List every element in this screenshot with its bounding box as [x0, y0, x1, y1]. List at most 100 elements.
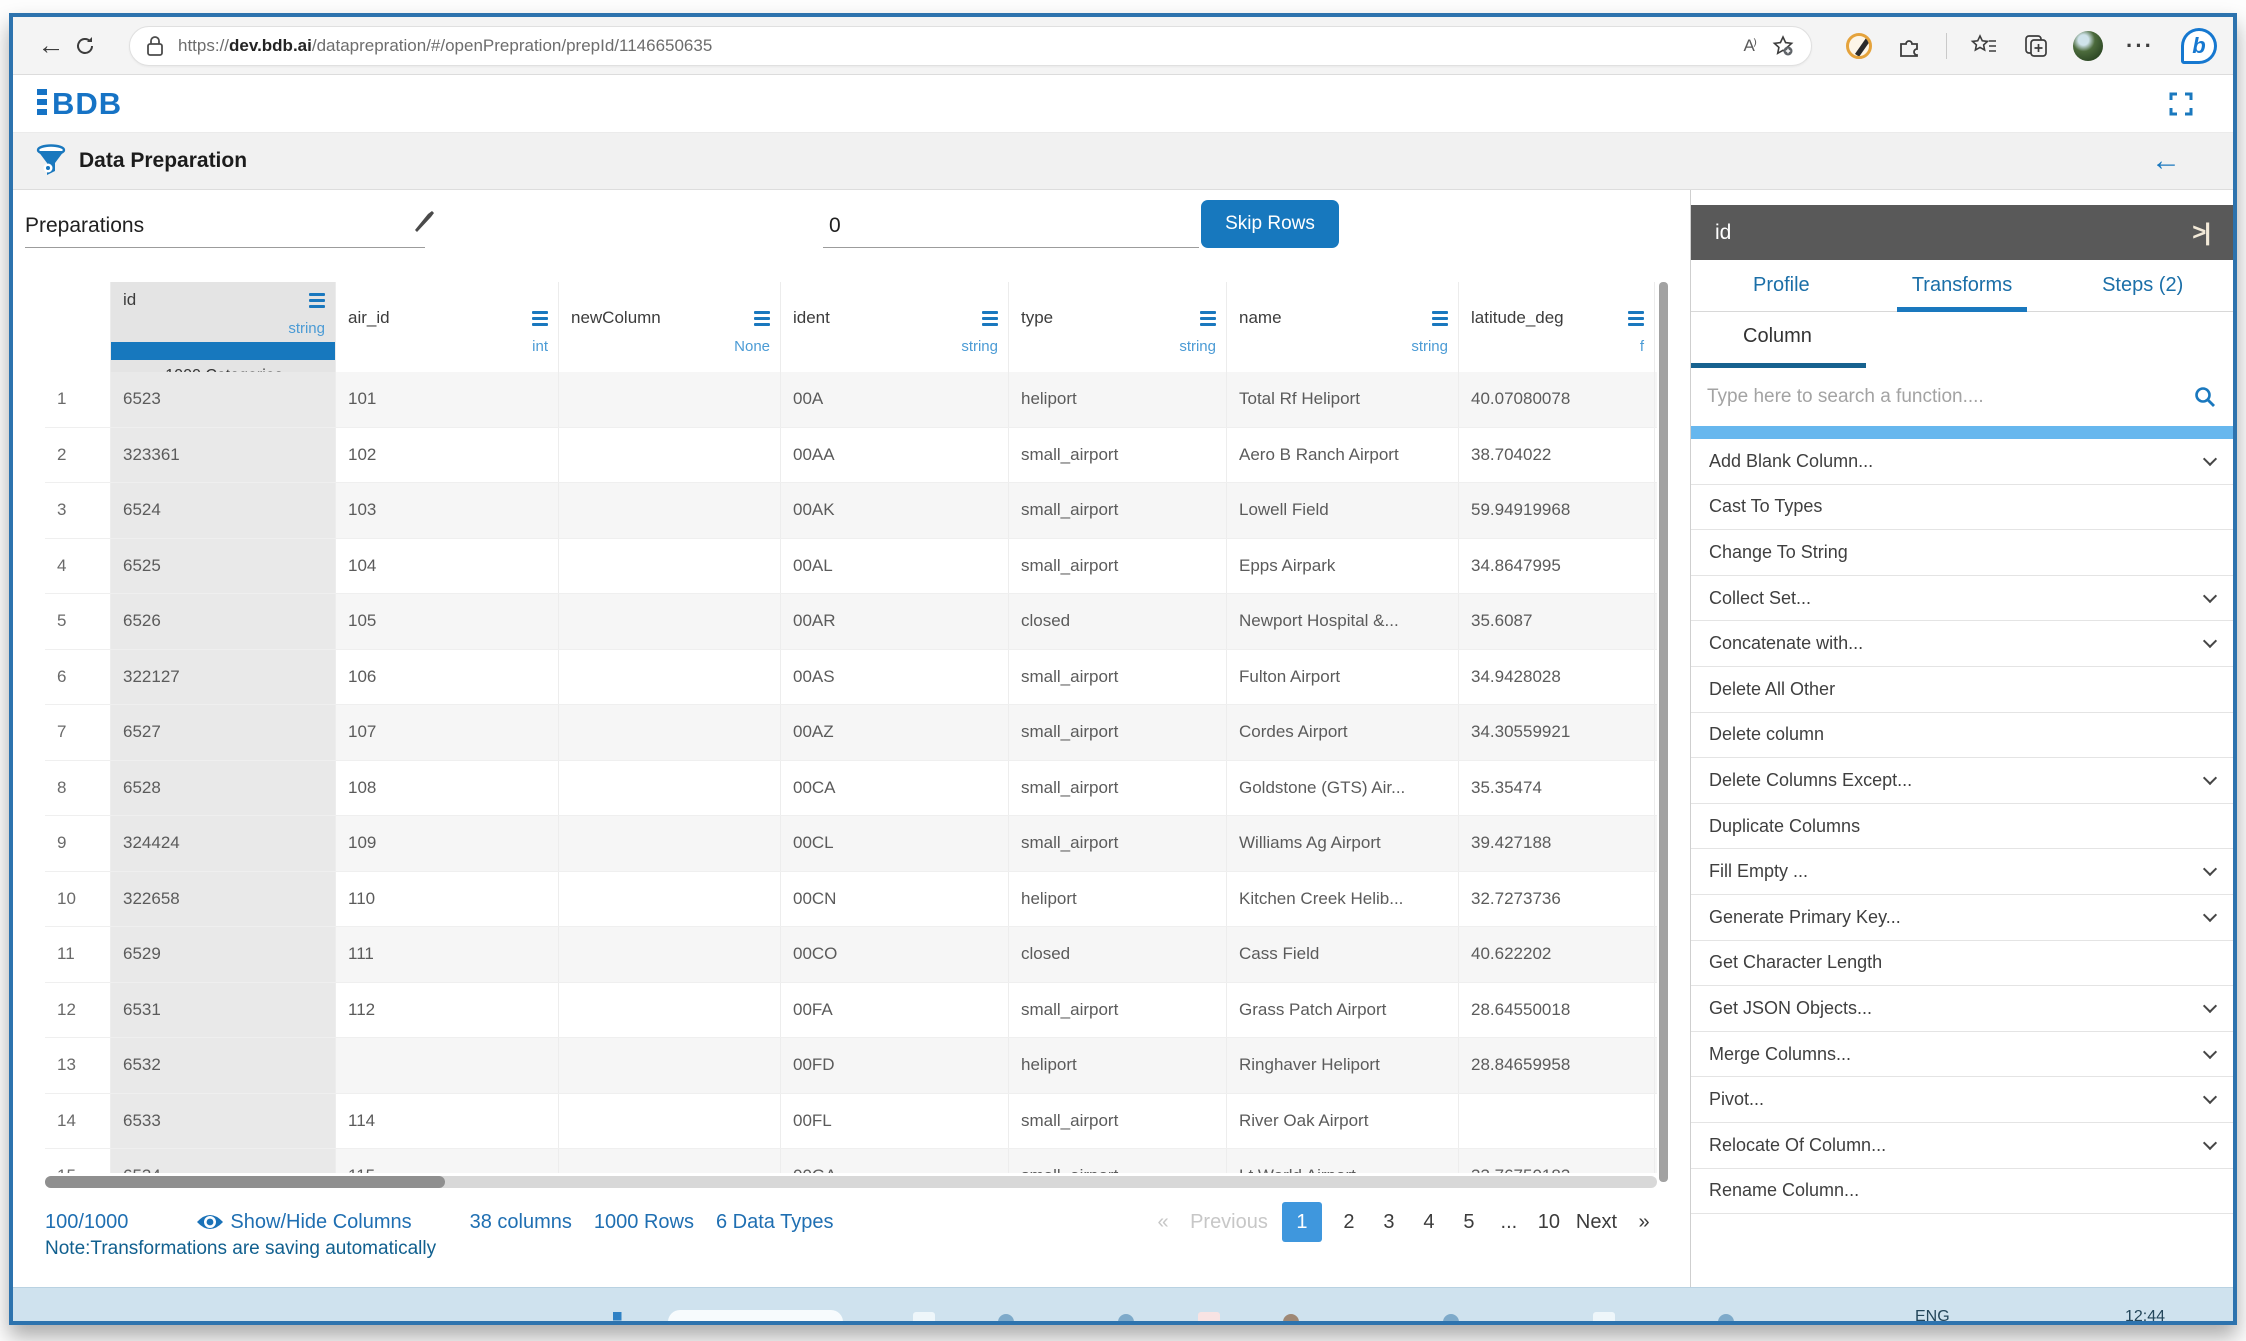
- page-button-2[interactable]: 2: [1336, 1211, 1362, 1234]
- function-item[interactable]: Delete Columns Except...: [1691, 758, 2233, 804]
- page-button-3[interactable]: 3: [1376, 1211, 1402, 1234]
- browser-refresh-button[interactable]: [73, 34, 117, 58]
- table-cell[interactable]: 323361: [111, 428, 336, 483]
- table-cell[interactable]: Cordes Airport: [1227, 705, 1459, 760]
- function-item[interactable]: Relocate Of Column...: [1691, 1123, 2233, 1169]
- table-cell[interactable]: 6525: [111, 539, 336, 594]
- fullscreen-button[interactable]: [2167, 90, 2195, 118]
- app-back-button[interactable]: ←: [2151, 146, 2181, 176]
- taskbar-app-icon[interactable]: [1593, 1312, 1615, 1321]
- column-menu-icon[interactable]: [1200, 308, 1216, 329]
- table-cell[interactable]: 00AS: [781, 650, 1009, 705]
- table-cell[interactable]: 6531: [111, 983, 336, 1038]
- table-cell[interactable]: 28.84659958: [1459, 1038, 1655, 1093]
- table-cell[interactable]: 6529: [111, 927, 336, 982]
- table-cell[interactable]: Total Rf Heliport: [1227, 372, 1459, 427]
- table-cell[interactable]: 6533: [111, 1094, 336, 1149]
- function-item[interactable]: Collect Set...: [1691, 576, 2233, 622]
- extension-orange-icon[interactable]: [1846, 33, 1872, 59]
- column-menu-icon[interactable]: [532, 308, 548, 329]
- table-cell[interactable]: Epps Airpark: [1227, 539, 1459, 594]
- panel-scroll-hint-bar[interactable]: [1691, 426, 2233, 439]
- chevron-down-icon[interactable]: [2203, 589, 2217, 603]
- function-item[interactable]: Fill Empty ...: [1691, 849, 2233, 895]
- table-cell[interactable]: [559, 1149, 781, 1173]
- chevron-down-icon[interactable]: [2203, 1044, 2217, 1058]
- column-header-newColumn[interactable]: newColumnNone: [559, 282, 781, 372]
- table-cell[interactable]: 107: [336, 705, 559, 760]
- function-item[interactable]: Merge Columns...: [1691, 1032, 2233, 1078]
- read-aloud-icon[interactable]: A⁾: [1743, 36, 1755, 56]
- table-cell[interactable]: small_airport: [1009, 705, 1227, 760]
- chevron-down-icon[interactable]: [2203, 908, 2217, 922]
- table-cell[interactable]: [559, 761, 781, 816]
- table-cell[interactable]: small_airport: [1009, 761, 1227, 816]
- column-menu-icon[interactable]: [309, 290, 325, 311]
- table-cell[interactable]: 00FD: [781, 1038, 1009, 1093]
- table-cell[interactable]: [559, 816, 781, 871]
- function-item[interactable]: Get Character Length: [1691, 941, 2233, 987]
- column-header-type[interactable]: typestring: [1009, 282, 1227, 372]
- chevron-down-icon[interactable]: [2203, 771, 2217, 785]
- table-cell[interactable]: 115: [336, 1149, 559, 1173]
- function-item[interactable]: Delete All Other: [1691, 667, 2233, 713]
- function-item[interactable]: Duplicate Columns: [1691, 804, 2233, 850]
- table-cell[interactable]: 6528: [111, 761, 336, 816]
- table-cell[interactable]: 00CN: [781, 872, 1009, 927]
- table-cell[interactable]: [559, 927, 781, 982]
- table-cell[interactable]: 35.35474: [1459, 761, 1655, 816]
- table-cell[interactable]: River Oak Airport: [1227, 1094, 1459, 1149]
- chevron-down-icon[interactable]: [2203, 862, 2217, 876]
- page-button-next[interactable]: Next: [1576, 1211, 1617, 1234]
- table-cell[interactable]: [336, 1038, 559, 1093]
- table-cell[interactable]: 114: [336, 1094, 559, 1149]
- search-icon[interactable]: [2193, 385, 2217, 409]
- table-cell[interactable]: small_airport: [1009, 650, 1227, 705]
- table-cell[interactable]: closed: [1009, 927, 1227, 982]
- table-cell[interactable]: 35.6087: [1459, 594, 1655, 649]
- table-cell[interactable]: 00FA: [781, 983, 1009, 1038]
- taskbar-search-box[interactable]: [668, 1310, 843, 1321]
- start-button-icon[interactable]: [613, 1312, 631, 1321]
- chevron-down-icon[interactable]: [2203, 999, 2217, 1013]
- table-cell[interactable]: 32.7273736: [1459, 872, 1655, 927]
- bing-discover-icon[interactable]: b: [2181, 28, 2217, 64]
- table-cell[interactable]: 00AL: [781, 539, 1009, 594]
- url-text[interactable]: https://dev.bdb.ai/dataprepration/#/open…: [178, 36, 1727, 56]
- skip-rows-button[interactable]: Skip Rows: [1201, 200, 1339, 248]
- table-cell[interactable]: [559, 594, 781, 649]
- function-item[interactable]: Concatenate with...: [1691, 621, 2233, 667]
- browser-back-button[interactable]: ←: [29, 30, 73, 61]
- table-cell[interactable]: small_airport: [1009, 983, 1227, 1038]
- chevron-down-icon[interactable]: [2203, 1090, 2217, 1104]
- table-cell[interactable]: 322127: [111, 650, 336, 705]
- function-item[interactable]: Cast To Types: [1691, 485, 2233, 531]
- show-hide-columns-button[interactable]: Show/Hide Columns: [196, 1211, 411, 1234]
- table-cell[interactable]: 322658: [111, 872, 336, 927]
- table-cell[interactable]: 102: [336, 428, 559, 483]
- table-cell[interactable]: 109: [336, 816, 559, 871]
- table-cell[interactable]: [559, 428, 781, 483]
- table-cell[interactable]: Kitchen Creek Helib...: [1227, 872, 1459, 927]
- table-cell[interactable]: Goldstone (GTS) Air...: [1227, 761, 1459, 816]
- taskbar-app-icon[interactable]: [1443, 1314, 1459, 1321]
- page-button-...[interactable]: ...: [1496, 1211, 1522, 1234]
- table-cell[interactable]: Newport Hospital &...: [1227, 594, 1459, 649]
- table-cell[interactable]: Fulton Airport: [1227, 650, 1459, 705]
- table-cell[interactable]: 110: [336, 872, 559, 927]
- column-menu-icon[interactable]: [1628, 308, 1644, 329]
- favorite-star-icon[interactable]: [1771, 34, 1795, 58]
- taskbar-language[interactable]: ENG: [1915, 1308, 1950, 1321]
- table-cell[interactable]: 6526: [111, 594, 336, 649]
- table-cell[interactable]: heliport: [1009, 872, 1227, 927]
- table-cell[interactable]: 103: [336, 483, 559, 538]
- table-cell[interactable]: 00FL: [781, 1094, 1009, 1149]
- table-cell[interactable]: heliport: [1009, 1038, 1227, 1093]
- table-cell[interactable]: 38.704022: [1459, 428, 1655, 483]
- table-cell[interactable]: [559, 372, 781, 427]
- taskbar-app-icon[interactable]: [998, 1314, 1014, 1321]
- table-cell[interactable]: 40.622202: [1459, 927, 1655, 982]
- panel-collapse-icon[interactable]: >|: [2192, 219, 2209, 247]
- taskbar-app-icon[interactable]: [1198, 1312, 1220, 1321]
- table-cell[interactable]: Grass Patch Airport: [1227, 983, 1459, 1038]
